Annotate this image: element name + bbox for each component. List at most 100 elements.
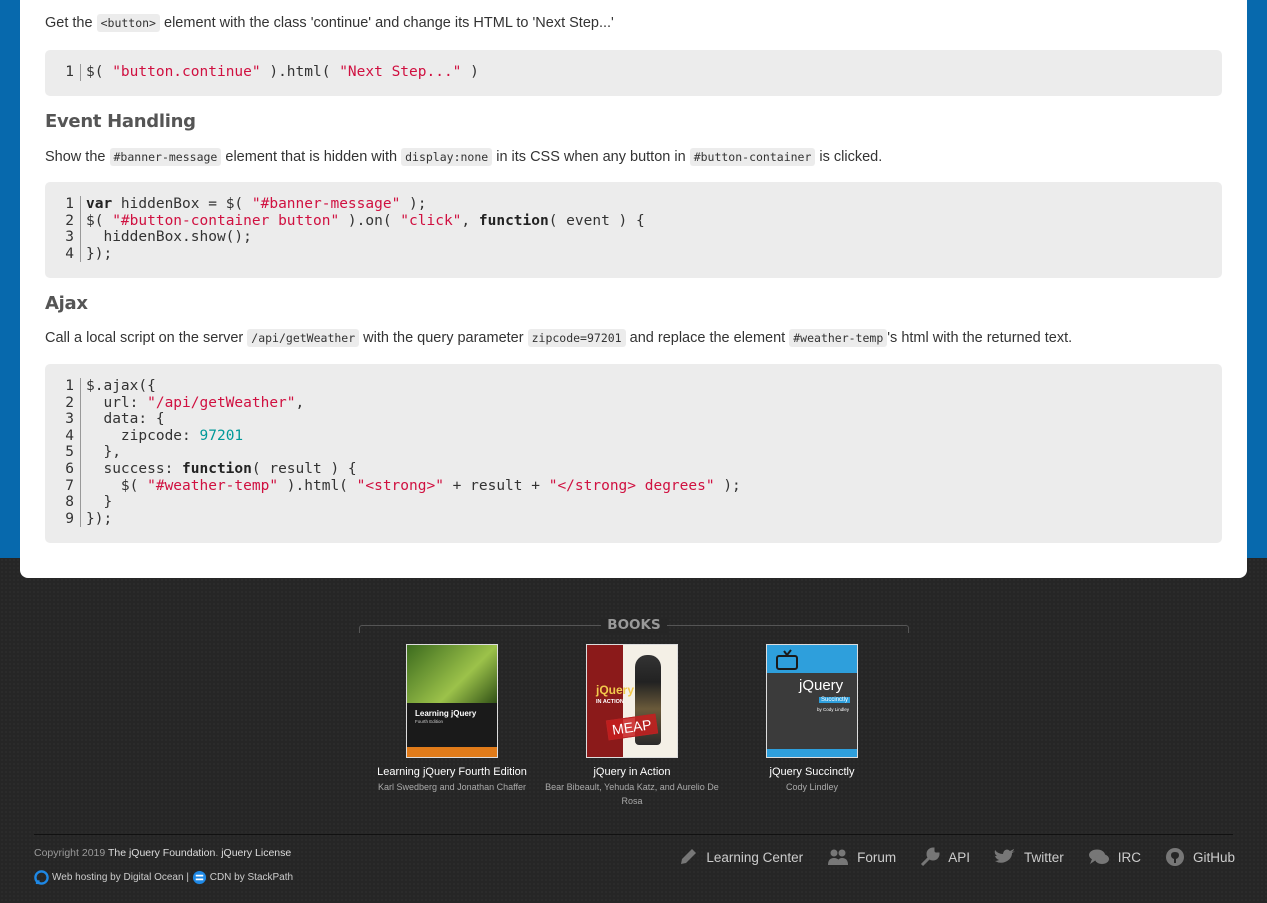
code-block-event-handling[interactable]: 1 var hiddenBox = $( "#banner-message" );… — [45, 182, 1222, 278]
nav-forum[interactable]: Forum — [827, 848, 896, 866]
nav-twitter[interactable]: Twitter — [994, 848, 1064, 866]
cover-title: Learning jQuery — [415, 709, 477, 718]
chat-icon — [1088, 849, 1109, 864]
books-section: BOOKS Learning jQuery Fourth Edition Lea… — [359, 616, 909, 816]
wrench-icon — [921, 847, 940, 867]
line-number: 1 — [65, 196, 74, 212]
code-line: 9}); — [45, 510, 1222, 528]
code-line: 3 hiddenBox.show(); — [45, 229, 1222, 246]
code-line: 1 var hiddenBox = $( "#banner-message" ); — [45, 196, 1222, 213]
code-line: 6 success: function( result ) { — [45, 460, 1222, 478]
inline-code: #banner-message — [109, 148, 222, 166]
inline-code: <button> — [96, 14, 160, 32]
line-number: 1 — [65, 64, 74, 80]
book-cover-image[interactable]: jQuery Succinctly by Cody Lindley — [766, 644, 858, 758]
nav-label: IRC — [1117, 849, 1141, 865]
line-number: 8 — [65, 494, 74, 511]
code-line: 1 $( "button.continue" ).html( "Next Step… — [45, 64, 1222, 81]
nav-label: Twitter — [1023, 849, 1064, 865]
line-number: 4 — [65, 427, 74, 444]
intro-text-part: Get the — [45, 15, 97, 31]
nav-learning-center[interactable]: Learning Center — [678, 847, 803, 867]
code-line: 4}); — [45, 245, 1222, 263]
code-source: data: { — [80, 411, 165, 428]
book-authors: Bear Bibeault, Yehuda Katz, and Aurelio … — [545, 782, 719, 806]
github-icon — [1165, 848, 1184, 866]
hosting-separator: | — [183, 872, 192, 883]
code-source: } — [80, 494, 112, 511]
code-source: $( "#button-container button" ).on( "cli… — [80, 212, 645, 230]
code-source: zipcode: 97201 — [80, 427, 243, 445]
license-link[interactable]: jQuery License — [221, 847, 291, 859]
code-block-ajax[interactable]: 1 $.ajax({ 2 url: "/api/getWeather", 3 da… — [45, 364, 1222, 543]
ajax-text: Call a local script on the server /api/g… — [45, 329, 1073, 347]
event-handling-text: Show the #banner-message element that is… — [45, 148, 883, 166]
book-cover-image[interactable]: Learning jQuery Fourth Edition — [406, 644, 498, 758]
intro-text: Get the <button> element with the class … — [45, 14, 614, 32]
copyright-text: Copyright 2019 — [34, 847, 108, 859]
code-source: hiddenBox.show(); — [80, 229, 252, 246]
nav-github[interactable]: GitHub — [1165, 847, 1235, 867]
code-source: }); — [80, 510, 112, 528]
book-authors: Cody Lindley — [785, 782, 839, 792]
nav-irc[interactable]: IRC — [1088, 848, 1141, 866]
code-line: 2 url: "/api/getWeather", — [45, 394, 1222, 412]
footer-divider — [34, 834, 1233, 835]
book-jquery-in-action[interactable]: jQuery IN ACTION MEAP jQuery in Action B… — [542, 644, 722, 808]
inline-code: /api/getWeather — [247, 329, 360, 347]
code-source: }); — [80, 245, 112, 263]
code-source: success: function( result ) { — [80, 460, 357, 478]
book-title[interactable]: jQuery Succinctly — [722, 766, 902, 778]
book-title[interactable]: jQuery in Action — [542, 766, 722, 778]
section-heading-ajax: Ajax — [45, 293, 88, 314]
foundation-link[interactable]: The jQuery Foundation — [108, 847, 215, 859]
inline-code: display:none — [401, 148, 493, 166]
cover-band — [407, 747, 497, 757]
book-title[interactable]: Learning jQuery Fourth Edition — [362, 766, 542, 778]
hosting-credits: Web hosting by Digital Ocean | CDN by St… — [34, 870, 293, 885]
book-learning-jquery[interactable]: Learning jQuery Fourth Edition Learning … — [362, 644, 542, 794]
code-block-html[interactable]: 1 $( "button.continue" ).html( "Next Step… — [45, 50, 1222, 96]
cover-subtitle: Fourth Edition — [415, 719, 444, 724]
line-number: 3 — [65, 229, 74, 246]
cover-title: jQuery — [596, 683, 635, 697]
code-line: 7 $( "#weather-temp" ).html( "<strong>" … — [45, 477, 1222, 495]
code-source: $( "#weather-temp" ).html( "<strong>" + … — [80, 477, 741, 495]
pencil-icon — [681, 849, 697, 864]
code-line: 3 data: { — [45, 411, 1222, 428]
digitalocean-icon — [34, 870, 49, 885]
cdn-link[interactable]: CDN by StackPath — [210, 872, 293, 883]
code-source: url: "/api/getWeather", — [80, 394, 304, 412]
line-number: 3 — [65, 411, 74, 428]
book-cover-image[interactable]: jQuery IN ACTION MEAP — [586, 644, 678, 758]
inline-code: #button-container — [689, 148, 816, 166]
cover-author: by Cody Lindley — [817, 707, 850, 712]
line-number: 7 — [65, 477, 74, 494]
code-line: 8 } — [45, 494, 1222, 511]
section-heading-event-handling: Event Handling — [45, 111, 196, 132]
tv-icon — [776, 649, 798, 670]
nav-label: Forum — [857, 849, 897, 865]
nav-label: GitHub — [1192, 849, 1235, 865]
code-line: 2 $( "#button-container button" ).on( "cl… — [45, 212, 1222, 230]
nav-label: Learning Center — [706, 849, 804, 865]
cover-subtitle: Succinctly — [819, 697, 851, 703]
line-number: 5 — [65, 444, 74, 461]
inline-code: #weather-temp — [789, 329, 888, 347]
line-number: 9 — [65, 510, 74, 527]
copyright: Copyright 2019 The jQuery Foundation. jQ… — [34, 847, 291, 859]
code-source: var hiddenBox = $( "#banner-message" ); — [80, 196, 427, 213]
line-number: 6 — [65, 460, 74, 477]
code-source: $( "button.continue" ).html( "Next Step.… — [80, 64, 479, 81]
hosting-link[interactable]: Web hosting by Digital Ocean — [52, 872, 184, 883]
footer-nav: Learning Center Forum API Twitter IRC Gi… — [654, 847, 1235, 867]
intro-text-part: element with the class 'continue' and ch… — [159, 15, 614, 31]
users-icon — [828, 849, 849, 865]
line-number: 1 — [65, 378, 74, 394]
book-jquery-succinctly[interactable]: jQuery Succinctly by Cody Lindley jQuery… — [722, 644, 902, 794]
nav-api[interactable]: API — [920, 847, 970, 867]
code-source: $.ajax({ — [80, 378, 156, 395]
code-line: 1 $.ajax({ — [45, 378, 1222, 395]
code-line: 5 }, — [45, 444, 1222, 461]
nav-label: API — [948, 849, 970, 865]
